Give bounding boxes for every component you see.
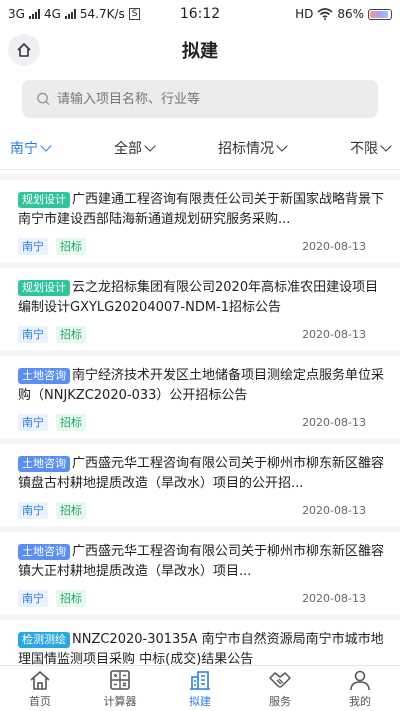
user-icon (350, 670, 370, 690)
net-speed-label: 54.7K/s (79, 7, 125, 21)
project-list: 规划设计 广西建通工程咨询有限责任公司关于新国家战略背景下南宁市建设西部陆海新通道… (0, 174, 400, 665)
city-chip: 南宁 (18, 413, 48, 431)
battery-icon (368, 8, 392, 20)
network-4g-label: 4G (43, 7, 61, 21)
filter-label: 南宁 (10, 140, 38, 157)
sim-icon: S (128, 8, 141, 20)
nav-bar: 拟建 (0, 28, 400, 72)
item-title-wrap: 土地咨询 广西盛元华工程咨询有限公司关于柳州市柳东新区雒容镇盘古村耕地提质改造（旱… (18, 454, 390, 494)
item-title: 南宁经济技术开发区土地储备项目测绘定点服务单位采购（NNJKZC2020-033… (18, 368, 385, 403)
filter-city[interactable]: 南宁 (10, 138, 52, 158)
filter-category[interactable]: 全部 (114, 138, 156, 158)
list-item[interactable]: 土地咨询 南宁经济技术开发区土地储备项目测绘定点服务单位采购（NNJKZC2020… (0, 356, 400, 438)
item-date: 2020-08-13 (302, 591, 366, 605)
item-title: 广西盛元华工程咨询有限公司关于柳州市柳东新区雒容镇盘古村耕地提质改造（旱改水）项… (18, 456, 385, 491)
signal-icon (64, 9, 76, 19)
tab-calculator[interactable]: 计算器 (80, 666, 160, 711)
type-chip: 招标 (56, 589, 86, 607)
filter-time[interactable]: 不限 (350, 138, 392, 158)
type-chip: 招标 (56, 325, 86, 343)
tab-label: 我的 (349, 694, 371, 708)
category-tag: 土地咨询 (18, 544, 70, 560)
item-date: 2020-08-13 (302, 327, 366, 341)
tab-label: 首页 (29, 694, 51, 708)
tab-proposed[interactable]: 拟建 (160, 666, 240, 711)
item-meta: 南宁 招标 2020-08-13 (18, 501, 390, 519)
item-title: NNZC2020-30135A 南宁市自然资源局南宁市城市地理国情监测项目采购 … (18, 632, 384, 665)
building-icon (190, 670, 210, 690)
chevron-down-icon (276, 139, 288, 152)
network-3g-label: 3G (8, 7, 25, 21)
list-item[interactable]: 土地咨询 广西盛元华工程咨询有限公司关于柳州市柳东新区雒容镇盘古村耕地提质改造（旱… (0, 444, 400, 526)
city-chip: 南宁 (18, 501, 48, 519)
tab-service[interactable]: 服务 (240, 666, 320, 711)
status-bar: 3G 4G 54.7K/s S 16:12 HD 86% (0, 0, 400, 28)
tab-mine[interactable]: 我的 (320, 666, 400, 711)
city-chip: 南宁 (18, 237, 48, 255)
tab-label: 拟建 (189, 694, 211, 708)
status-left: 3G 4G 54.7K/s S (8, 7, 141, 21)
signal-icon (28, 9, 40, 19)
item-date: 2020-08-13 (302, 415, 366, 429)
tab-home[interactable]: 首页 (0, 666, 80, 711)
category-tag: 检测测绘 (18, 632, 70, 648)
home-button[interactable] (8, 34, 40, 66)
chevron-down-icon (144, 139, 156, 152)
item-title-wrap: 检测测绘 NNZC2020-30135A 南宁市自然资源局南宁市城市地理国情监测项… (18, 630, 390, 665)
hd-label: HD (295, 7, 314, 21)
tab-label: 服务 (269, 694, 291, 708)
item-meta: 南宁 招标 2020-08-13 (18, 237, 390, 255)
status-right: HD 86% (295, 7, 392, 21)
item-meta: 南宁 招标 2020-08-13 (18, 589, 390, 607)
type-chip: 招标 (56, 237, 86, 255)
item-title-wrap: 规划设计 广西建通工程咨询有限责任公司关于新国家战略背景下南宁市建设西部陆海新通道… (18, 190, 390, 230)
category-tag: 土地咨询 (18, 368, 70, 384)
list-item[interactable]: 规划设计 广西建通工程咨询有限责任公司关于新国家战略背景下南宁市建设西部陆海新通道… (0, 180, 400, 262)
search-input[interactable] (56, 91, 364, 107)
page-title: 拟建 (182, 41, 218, 62)
item-title: 云之龙招标集团有限公司2020年高标准农田建设项目编制设计GXYLG202040… (18, 280, 379, 315)
wifi-icon (317, 8, 333, 20)
calculator-icon (110, 669, 130, 690)
type-chip: 招标 (56, 501, 86, 519)
battery-percent: 86% (337, 7, 364, 21)
item-date: 2020-08-13 (302, 239, 366, 253)
type-chip: 招标 (56, 413, 86, 431)
tab-label: 计算器 (103, 694, 137, 708)
filter-bar: 南宁 全部 招标情况 不限 (0, 126, 400, 170)
chevron-down-icon (40, 139, 52, 152)
item-meta: 南宁 招标 2020-08-13 (18, 325, 390, 343)
category-tag: 土地咨询 (18, 456, 70, 472)
item-meta: 南宁 招标 2020-08-13 (18, 413, 390, 431)
handshake-icon (269, 671, 291, 688)
category-tag: 规划设计 (18, 280, 70, 296)
item-title-wrap: 土地咨询 广西盛元华工程咨询有限公司关于柳州市柳东新区雒容镇大正村耕地提质改造（旱… (18, 542, 390, 582)
filter-label: 全部 (114, 140, 142, 157)
filter-label: 不限 (350, 140, 378, 157)
search-box[interactable] (22, 80, 378, 118)
city-chip: 南宁 (18, 589, 48, 607)
list-item[interactable]: 规划设计 云之龙招标集团有限公司2020年高标准农田建设项目编制设计GXYLG20… (0, 268, 400, 350)
bottom-tab-bar: 首页 计算器 拟建 服务 我的 (0, 665, 400, 711)
item-date: 2020-08-13 (302, 503, 366, 517)
list-item[interactable]: 检测测绘 NNZC2020-30135A 南宁市自然资源局南宁市城市地理国情监测项… (0, 620, 400, 665)
filter-bid-status[interactable]: 招标情况 (218, 138, 288, 158)
search-icon (37, 92, 50, 106)
home-icon (17, 43, 31, 57)
category-tag: 规划设计 (18, 192, 70, 208)
item-title: 广西盛元华工程咨询有限公司关于柳州市柳东新区雒容镇大正村耕地提质改造（旱改水）项… (18, 544, 385, 579)
chevron-down-icon (380, 139, 392, 152)
filter-label: 招标情况 (218, 140, 274, 157)
search-container (0, 72, 400, 118)
item-title: 广西建通工程咨询有限责任公司关于新国家战略背景下南宁市建设西部陆海新通道规划研究… (18, 192, 385, 227)
item-title-wrap: 规划设计 云之龙招标集团有限公司2020年高标准农田建设项目编制设计GXYLG20… (18, 278, 390, 318)
item-title-wrap: 土地咨询 南宁经济技术开发区土地储备项目测绘定点服务单位采购（NNJKZC2020… (18, 366, 390, 406)
home-icon (30, 670, 50, 690)
city-chip: 南宁 (18, 325, 48, 343)
list-item[interactable]: 土地咨询 广西盛元华工程咨询有限公司关于柳州市柳东新区雒容镇大正村耕地提质改造（旱… (0, 532, 400, 614)
